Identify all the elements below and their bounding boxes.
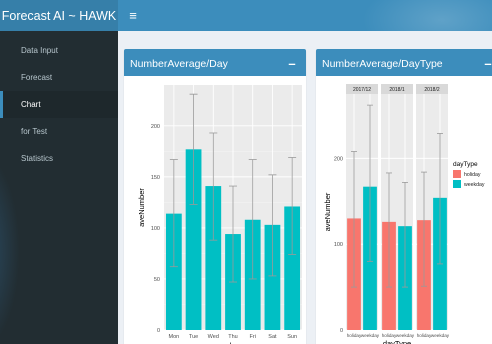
content-area: NumberAverage/Day – 0 50 100 150 200 Mon Tue We… xyxy=(118,31,492,344)
sidebar-item-for-test[interactable]: for Test xyxy=(0,118,118,145)
x-tick-label: weekday xyxy=(396,333,415,338)
y-tick-label: 50 xyxy=(154,277,160,283)
sidebar-item-statistics[interactable]: Statistics xyxy=(0,145,118,172)
y-tick-label: 150 xyxy=(151,175,160,181)
x-tick-label: weekday xyxy=(361,333,380,338)
collapse-icon[interactable]: – xyxy=(482,56,492,71)
y-axis-label: aveNumber xyxy=(323,192,332,231)
x-tick-label: weekday xyxy=(431,333,450,338)
x-tick-label: holiday xyxy=(382,333,397,338)
sidebar-item-label: Statistics xyxy=(21,154,54,163)
sidebar-toggle-icon[interactable]: ≡ xyxy=(126,7,140,23)
y-tick-label: 200 xyxy=(334,156,343,162)
sidebar-item-label: Forecast xyxy=(21,73,53,82)
collapse-icon[interactable]: – xyxy=(286,56,298,71)
y-tick-label: 100 xyxy=(151,226,160,232)
x-tick-label: holiday xyxy=(417,333,432,338)
box-header: NumberAverage/Day – xyxy=(124,51,306,76)
x-tick-label: Sun xyxy=(287,334,297,340)
x-tick-label: Tue xyxy=(189,334,198,340)
y-axis-label: aveNumber xyxy=(137,188,146,227)
y-tick-label: 0 xyxy=(157,328,160,334)
legend-title: dayType xyxy=(453,161,478,168)
legend-label: weekday xyxy=(464,182,485,188)
x-tick-label: Thu xyxy=(228,334,237,340)
navbar: ≡ xyxy=(118,0,492,31)
chart-day: 050100150200MonTueWedThuFriSatSundayaveN… xyxy=(124,76,306,344)
chart-daytype-svg: 01002002017/12holiday weekday2018/1holida… xyxy=(323,84,485,344)
x-tick-label: Sat xyxy=(268,334,277,340)
sidebar-item-label: Chart xyxy=(21,100,41,109)
sidebar-item-label: Data Input xyxy=(21,46,58,55)
sidebar: Data Input Forecast Chart for Test Stati… xyxy=(0,31,118,344)
facet-label: 2018/1 xyxy=(389,87,405,93)
y-tick-label: 100 xyxy=(334,242,343,248)
x-tick-label: Mon xyxy=(169,334,180,340)
legend-swatch xyxy=(453,170,461,178)
sidebar-item-data-input[interactable]: Data Input xyxy=(0,37,118,64)
x-tick-label: holiday xyxy=(347,333,362,338)
x-tick-label: Wed xyxy=(208,334,219,340)
chart-box-day: NumberAverage/Day – 0 50 100 150 200 Mon Tue We… xyxy=(124,49,306,344)
box-title: NumberAverage/Day xyxy=(130,57,228,70)
box-title: NumberAverage/DayType xyxy=(322,57,443,70)
chart-day-svg: 050100150200MonTueWedThuFriSatSundayaveN… xyxy=(137,85,302,344)
y-tick-label: 0 xyxy=(340,328,343,334)
sidebar-item-chart[interactable]: Chart xyxy=(0,91,118,118)
y-tick-label: 200 xyxy=(151,124,160,130)
x-axis-label: dayType xyxy=(383,339,411,344)
sidebar-item-label: for Test xyxy=(21,127,48,136)
box-header: NumberAverage/DayType – xyxy=(316,51,492,76)
sidebar-item-forecast[interactable]: Forecast xyxy=(0,64,118,91)
main-header: Forecast AI ~ HAWK ≡ xyxy=(0,0,492,31)
app-title[interactable]: Forecast AI ~ HAWK xyxy=(0,0,118,31)
x-tick-label: Fri xyxy=(250,334,256,340)
facet-label: 2017/12 xyxy=(353,87,371,93)
legend-label: holiday xyxy=(464,172,481,178)
legend-swatch xyxy=(453,180,461,188)
chart-box-daytype: NumberAverage/DayType – 0 100 200 2017/12 ho… xyxy=(316,49,492,344)
chart-daytype: 0 100 200 2017/12 holiday weekday 2018/1 holida… xyxy=(316,76,492,344)
facet-label: 2018/2 xyxy=(424,87,440,93)
